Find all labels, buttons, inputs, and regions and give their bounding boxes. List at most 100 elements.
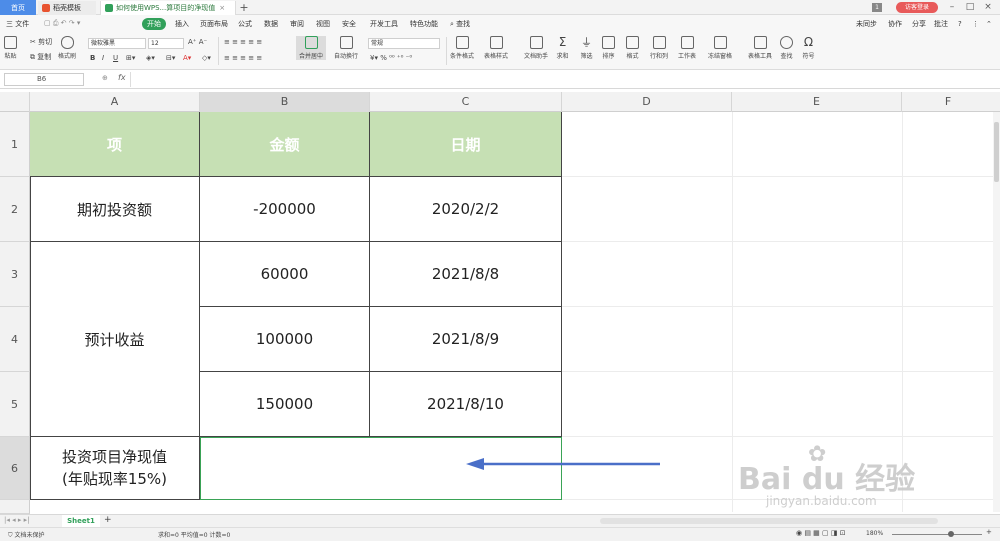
cell-b2[interactable]: -200000	[200, 177, 370, 242]
tab-template[interactable]: 稻壳模板	[38, 1, 96, 15]
column-header-a[interactable]: A	[30, 92, 200, 112]
menu-file[interactable]: 三 文件	[6, 18, 29, 30]
more-icon[interactable]: ⋮	[972, 18, 979, 30]
menu-formula[interactable]: 公式	[238, 18, 252, 30]
cond-format-button[interactable]: 条件格式	[450, 36, 474, 60]
row-header-2[interactable]: 2	[0, 177, 30, 242]
sort-button[interactable]: 排序	[602, 36, 615, 60]
column-header-b[interactable]: B	[200, 92, 370, 112]
menu-start[interactable]: 开始	[142, 18, 166, 30]
sum-button[interactable]: Σ 求和	[556, 36, 569, 61]
zoom-in-icon[interactable]: +	[986, 528, 992, 536]
menu-search[interactable]: ⌕ 查找	[450, 18, 470, 30]
tab-home[interactable]: 首页	[0, 0, 36, 15]
add-tab-button[interactable]: +	[238, 0, 250, 15]
column-header-c[interactable]: C	[370, 92, 562, 112]
fill-color-icon[interactable]: ◈▾	[146, 54, 155, 62]
help-icon[interactable]: ?	[958, 18, 962, 30]
add-sheet-icon[interactable]: +	[104, 515, 112, 525]
protect-status[interactable]: ⛉ 文档未保护	[8, 530, 44, 540]
column-header-d[interactable]: D	[562, 92, 732, 112]
cell-a3-merged[interactable]: 预计收益	[30, 242, 200, 437]
row-col-button[interactable]: 行和列	[650, 36, 668, 60]
merge-center-button[interactable]: 合并居中	[296, 36, 327, 60]
bold-icon[interactable]: B	[90, 54, 95, 62]
share-button[interactable]: 分享	[912, 18, 926, 30]
row-header-1[interactable]: 1	[0, 112, 30, 177]
quick-access-icons[interactable]: ▢ ⎙ ↶ ↷ ▾	[44, 19, 80, 28]
font-name-select[interactable]: 微软雅黑	[88, 38, 146, 49]
currency-icons[interactable]: ¥▾ % ⁰⁰ ⁺⁰ ⁻⁰	[370, 54, 412, 62]
font-size-select[interactable]: 12	[148, 38, 184, 49]
tab-document[interactable]: 如何使用WPS...算项目的净现值 ×	[100, 1, 236, 15]
menu-page-layout[interactable]: 页面布局	[200, 18, 228, 30]
collapse-ribbon-icon[interactable]: ⌃	[986, 18, 992, 30]
column-header-e[interactable]: E	[732, 92, 902, 112]
underline-icon[interactable]: U	[113, 54, 118, 62]
format-painter-button[interactable]: 格式刷	[58, 36, 76, 60]
row-header-4[interactable]: 4	[0, 307, 30, 372]
cell-b1[interactable]: 金额	[200, 112, 370, 177]
find-button[interactable]: 查找	[780, 36, 793, 60]
cell-b5[interactable]: 150000	[200, 372, 370, 437]
worksheet-button[interactable]: 工作表	[678, 36, 696, 60]
zoom-slider-thumb[interactable]	[948, 531, 954, 537]
italic-icon[interactable]: I	[102, 54, 104, 62]
merge-icon[interactable]: ⊟▾	[166, 54, 175, 62]
cell-a2[interactable]: 期初投资额	[30, 177, 200, 242]
number-format-select[interactable]: 常规	[368, 38, 440, 49]
cell-b4[interactable]: 100000	[200, 307, 370, 372]
sheet-nav-arrows[interactable]: |◂ ◂ ▸ ▸|	[4, 516, 29, 524]
maximize-icon[interactable]: □	[962, 1, 978, 14]
window-count-badge[interactable]: 1	[872, 3, 882, 12]
zoom-level[interactable]: 180%	[866, 530, 883, 537]
horizontal-scrollbar[interactable]	[600, 518, 938, 524]
close-icon[interactable]: ×	[980, 1, 996, 14]
copy-button[interactable]: ⧉ 复制	[30, 52, 51, 62]
formula-input[interactable]	[134, 72, 984, 87]
clear-icon[interactable]: ◇▾	[202, 54, 211, 62]
cell-c4[interactable]: 2021/8/9	[370, 307, 562, 372]
cell-c3[interactable]: 2021/8/8	[370, 242, 562, 307]
cell-a1[interactable]: 项	[30, 112, 200, 177]
cell-c5[interactable]: 2021/8/10	[370, 372, 562, 437]
filter-button[interactable]: ⏚ 筛选	[580, 36, 593, 60]
align-top-icon[interactable]: ≡ ≡ ≡ ≡ ≡	[224, 38, 262, 46]
column-header-f[interactable]: F	[902, 92, 994, 112]
cell-b3[interactable]: 60000	[200, 242, 370, 307]
zoom-slider[interactable]	[892, 534, 982, 535]
view-mode-icons[interactable]: ◉ ▤ ▦ ▢ ◨ ⊡	[796, 529, 846, 537]
menu-view[interactable]: 视图	[316, 18, 330, 30]
menu-special[interactable]: 特色功能	[410, 18, 438, 30]
login-button[interactable]: 访客登录	[896, 2, 938, 13]
row-header-5[interactable]: 5	[0, 372, 30, 437]
close-tab-icon[interactable]: ×	[219, 4, 225, 12]
menu-security[interactable]: 安全	[342, 18, 356, 30]
format-button[interactable]: 格式	[626, 36, 639, 60]
vertical-scrollbar[interactable]	[993, 112, 1000, 512]
minimize-icon[interactable]: –	[944, 1, 960, 14]
cell-c1[interactable]: 日期	[370, 112, 562, 177]
zoom-formula-icon[interactable]: ⊕	[102, 74, 108, 82]
wrap-text-button[interactable]: 自动换行	[334, 36, 358, 60]
scroll-thumb[interactable]	[994, 122, 999, 182]
row-header-3[interactable]: 3	[0, 242, 30, 307]
select-all-corner[interactable]	[0, 92, 30, 112]
freeze-button[interactable]: 冻结窗格	[708, 36, 732, 60]
cell-a6[interactable]: 投资项目净现值 (年贴现率15%)	[30, 437, 200, 500]
border-icon[interactable]: ⊞▾	[126, 54, 135, 62]
cell-c2[interactable]: 2020/2/2	[370, 177, 562, 242]
fx-icon[interactable]: fx	[118, 73, 126, 82]
doc-helper-button[interactable]: 文档助手	[524, 36, 548, 60]
menu-review[interactable]: 审阅	[290, 18, 304, 30]
collab-button[interactable]: 协作	[888, 18, 902, 30]
font-grow-icon[interactable]: A⁺ A⁻	[188, 38, 207, 46]
align-left-icon[interactable]: ≡ ≡ ≡ ≡ ≡	[224, 54, 262, 62]
row-header-7[interactable]	[0, 500, 30, 514]
comment-button[interactable]: 批注	[934, 18, 948, 30]
symbol-button[interactable]: Ω 符号	[802, 36, 815, 61]
sync-status[interactable]: 未同步	[856, 18, 877, 30]
font-color-icon[interactable]: A▾	[183, 54, 191, 62]
cut-button[interactable]: ✂ 剪切	[30, 37, 52, 47]
row-header-6[interactable]: 6	[0, 437, 30, 500]
